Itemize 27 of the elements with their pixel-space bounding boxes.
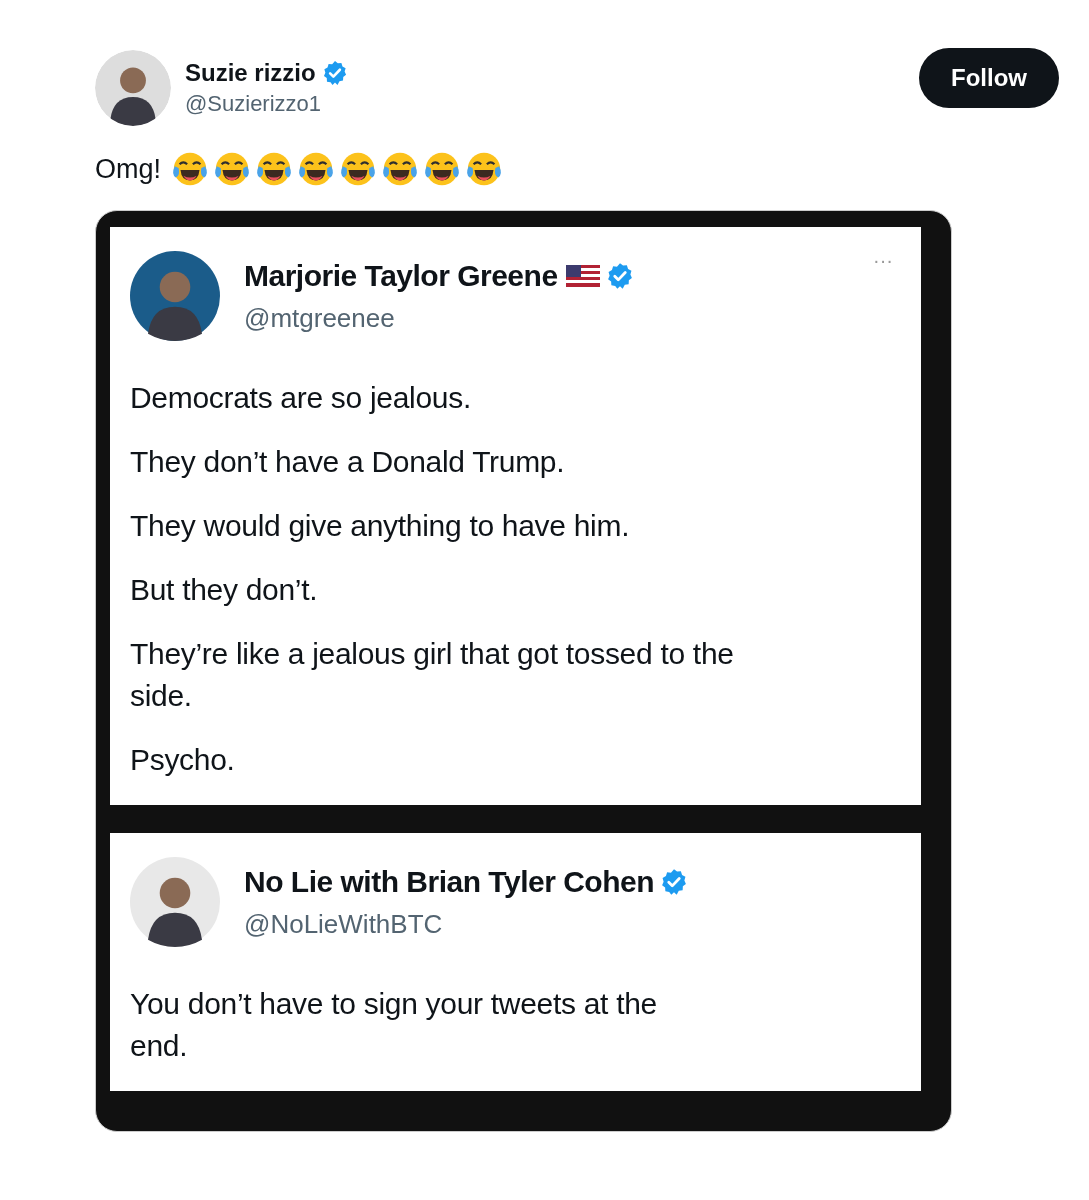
laughing-emoji-icon [339,150,377,188]
laughing-emoji-icon [213,150,251,188]
laughing-emoji-icon [465,150,503,188]
tweet-text: Democrats are so jealous. [130,380,472,416]
flag-icon [565,264,600,287]
tweet-text: They’re like a jealous girl that got tossed to the side. [130,636,735,714]
laughing-emoji-icon [171,150,209,188]
verified-icon [660,867,688,896]
author-handle: @mtgreenee [244,302,396,334]
verified-icon [605,261,634,290]
laughing-emoji-icon [297,150,335,188]
tweet-text: But they don’t. [130,572,319,608]
laughing-emoji-icon [381,150,419,188]
tweet-text: Psycho. [130,742,236,778]
verified-icon [321,60,348,86]
follow-button[interactable]: Follow [919,48,1059,108]
laughing-emoji-icon [255,150,293,188]
tweet-text: You don’t have to sign your tweets at the end. [130,986,658,1064]
laughing-emoji-icon [423,150,461,188]
author-name: Suzie rizzio [185,59,316,87]
tweet-text: They don’t have a Donald Trump. [130,444,566,480]
author-name: No Lie with Brian Tyler Cohen [244,864,654,899]
tweet-text: They would give anything to have him. [130,508,631,544]
post-text: Omg! [95,153,161,185]
author-name: Marjorie Taylor Greene [244,258,558,293]
author-handle: @NoLieWithBTC [244,908,444,940]
author-handle: @Suzierizzo1 [185,91,323,117]
